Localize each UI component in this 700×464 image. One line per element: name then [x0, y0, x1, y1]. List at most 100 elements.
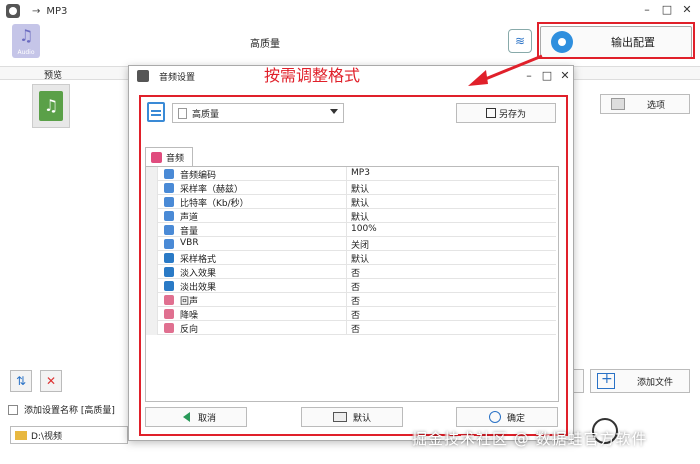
column-separator	[346, 223, 347, 237]
dialog-title: 音频设置	[159, 72, 196, 83]
property-value[interactable]: 默认	[351, 252, 369, 265]
property-name: 声道	[180, 213, 199, 223]
property-name: 降噪	[180, 311, 199, 321]
property-value[interactable]: 默认	[351, 182, 369, 195]
audio-codec-icon	[164, 169, 174, 179]
printer-icon	[332, 412, 347, 422]
app-icon	[6, 4, 20, 18]
row-gutter	[146, 279, 158, 293]
property-name: 淡入效果	[180, 269, 217, 279]
window-title: MP3	[46, 5, 68, 17]
property-name: 采样率（赫兹）	[180, 185, 244, 195]
tab-audio-label: 音频	[166, 153, 185, 164]
property-value[interactable]: 否	[351, 294, 360, 307]
preview-header-label: 预览	[44, 71, 63, 81]
property-value[interactable]: 否	[351, 322, 360, 335]
property-row[interactable]: 淡出效果 否	[146, 279, 556, 293]
ok-button[interactable]: 确定	[456, 407, 558, 427]
property-name: VBR	[180, 238, 199, 248]
audio-format-icon[interactable]: ♫ Audio	[12, 24, 40, 58]
maximize-icon[interactable]: □	[660, 3, 674, 16]
column-separator	[346, 209, 347, 223]
save-as-label: 另存为	[498, 109, 526, 120]
property-value[interactable]: 否	[351, 266, 360, 279]
dialog-app-icon	[137, 70, 149, 82]
property-row[interactable]: 声道 默认	[146, 209, 556, 223]
row-gutter	[146, 223, 158, 237]
audio-settings-dialog: 音频设置 – □ ✕ 高质量 另存为 音频 音频编码 MP3 采样率（赫兹） 默…	[128, 65, 574, 441]
add-setting-name: 添加设置名称 [高质量]	[8, 403, 115, 416]
property-name: 音频编码	[180, 171, 217, 181]
file-thumbnail[interactable]: ♫	[32, 84, 70, 128]
property-row[interactable]: 采样格式 默认	[146, 251, 556, 265]
row-gutter	[146, 181, 158, 195]
output-path-field[interactable]: D:\视频	[10, 426, 128, 444]
tab-audio[interactable]: 音频	[145, 147, 193, 166]
row-gutter	[146, 307, 158, 321]
delete-icon: ✕	[45, 374, 57, 388]
property-row[interactable]: 回声 否	[146, 293, 556, 307]
cancel-button[interactable]: 取消	[145, 407, 247, 427]
preset-value: 高质量	[192, 109, 220, 120]
layers-icon: ≋	[514, 34, 526, 48]
property-row[interactable]: 淡入效果 否	[146, 265, 556, 279]
undo-icon	[175, 412, 190, 422]
preset-list-icon	[147, 102, 165, 122]
row-gutter	[146, 237, 158, 251]
property-value[interactable]: 默认	[351, 210, 369, 223]
right-column-header	[570, 66, 700, 80]
column-separator	[346, 251, 347, 265]
channel-icon	[164, 211, 174, 221]
row-gutter	[146, 321, 158, 335]
column-separator	[346, 167, 347, 181]
annotation-arrow-icon	[468, 54, 543, 86]
move-button[interactable]: ⇅	[10, 370, 32, 392]
property-row[interactable]: 音量 100%	[146, 223, 556, 237]
property-value[interactable]: 否	[351, 308, 360, 321]
property-value[interactable]: 关闭	[351, 238, 369, 251]
default-button[interactable]: 默认	[301, 407, 403, 427]
property-name: 音量	[180, 227, 199, 237]
audio-tab-icon	[151, 151, 162, 163]
row-gutter	[146, 209, 158, 223]
default-label: 默认	[352, 413, 371, 424]
property-name: 采样格式	[180, 255, 217, 265]
add-setting-checkbox[interactable]	[8, 404, 18, 415]
row-gutter	[146, 251, 158, 265]
minimize-icon[interactable]: –	[640, 3, 654, 16]
property-value[interactable]: 默认	[351, 196, 369, 209]
options-label: 选项	[647, 100, 666, 111]
options-button[interactable]: 选项	[600, 94, 690, 114]
vbr-icon	[164, 239, 174, 249]
column-separator	[346, 181, 347, 195]
delete-button[interactable]: ✕	[40, 370, 62, 392]
property-row[interactable]: 采样率（赫兹） 默认	[146, 181, 556, 195]
close-icon[interactable]: ✕	[680, 3, 694, 16]
save-as-button[interactable]: 另存为	[456, 103, 556, 123]
property-row[interactable]: 比特率（Kb/秒） 默认	[146, 195, 556, 209]
quality-label: 高质量	[250, 39, 280, 50]
watermark: 掘金技术社区 @ 数据蛙官方软件	[412, 430, 648, 448]
property-row[interactable]: VBR 关闭	[146, 237, 556, 251]
music-note-icon: ♫	[19, 26, 34, 45]
check-icon	[488, 411, 501, 423]
row-gutter	[146, 265, 158, 279]
property-value[interactable]: 否	[351, 280, 360, 293]
volume-icon	[164, 225, 174, 235]
reverse-icon	[164, 323, 174, 333]
property-value[interactable]: 100%	[351, 224, 377, 234]
audio-icon-label: Audio	[17, 49, 35, 56]
save-icon	[485, 108, 496, 118]
preset-select[interactable]: 高质量	[172, 103, 344, 123]
column-separator	[346, 321, 347, 335]
property-value[interactable]: MP3	[351, 168, 370, 178]
row-gutter	[146, 167, 158, 181]
cancel-label: 取消	[197, 413, 216, 424]
sample-format-icon	[164, 253, 174, 263]
column-separator	[346, 293, 347, 307]
dialog-close-icon[interactable]: ✕	[559, 69, 571, 82]
property-row[interactable]: 音频编码 MP3	[146, 167, 556, 181]
property-row[interactable]: 降噪 否	[146, 307, 556, 321]
property-row[interactable]: 反向 否	[146, 321, 556, 335]
add-file-button[interactable]: 添加文件	[590, 369, 690, 393]
